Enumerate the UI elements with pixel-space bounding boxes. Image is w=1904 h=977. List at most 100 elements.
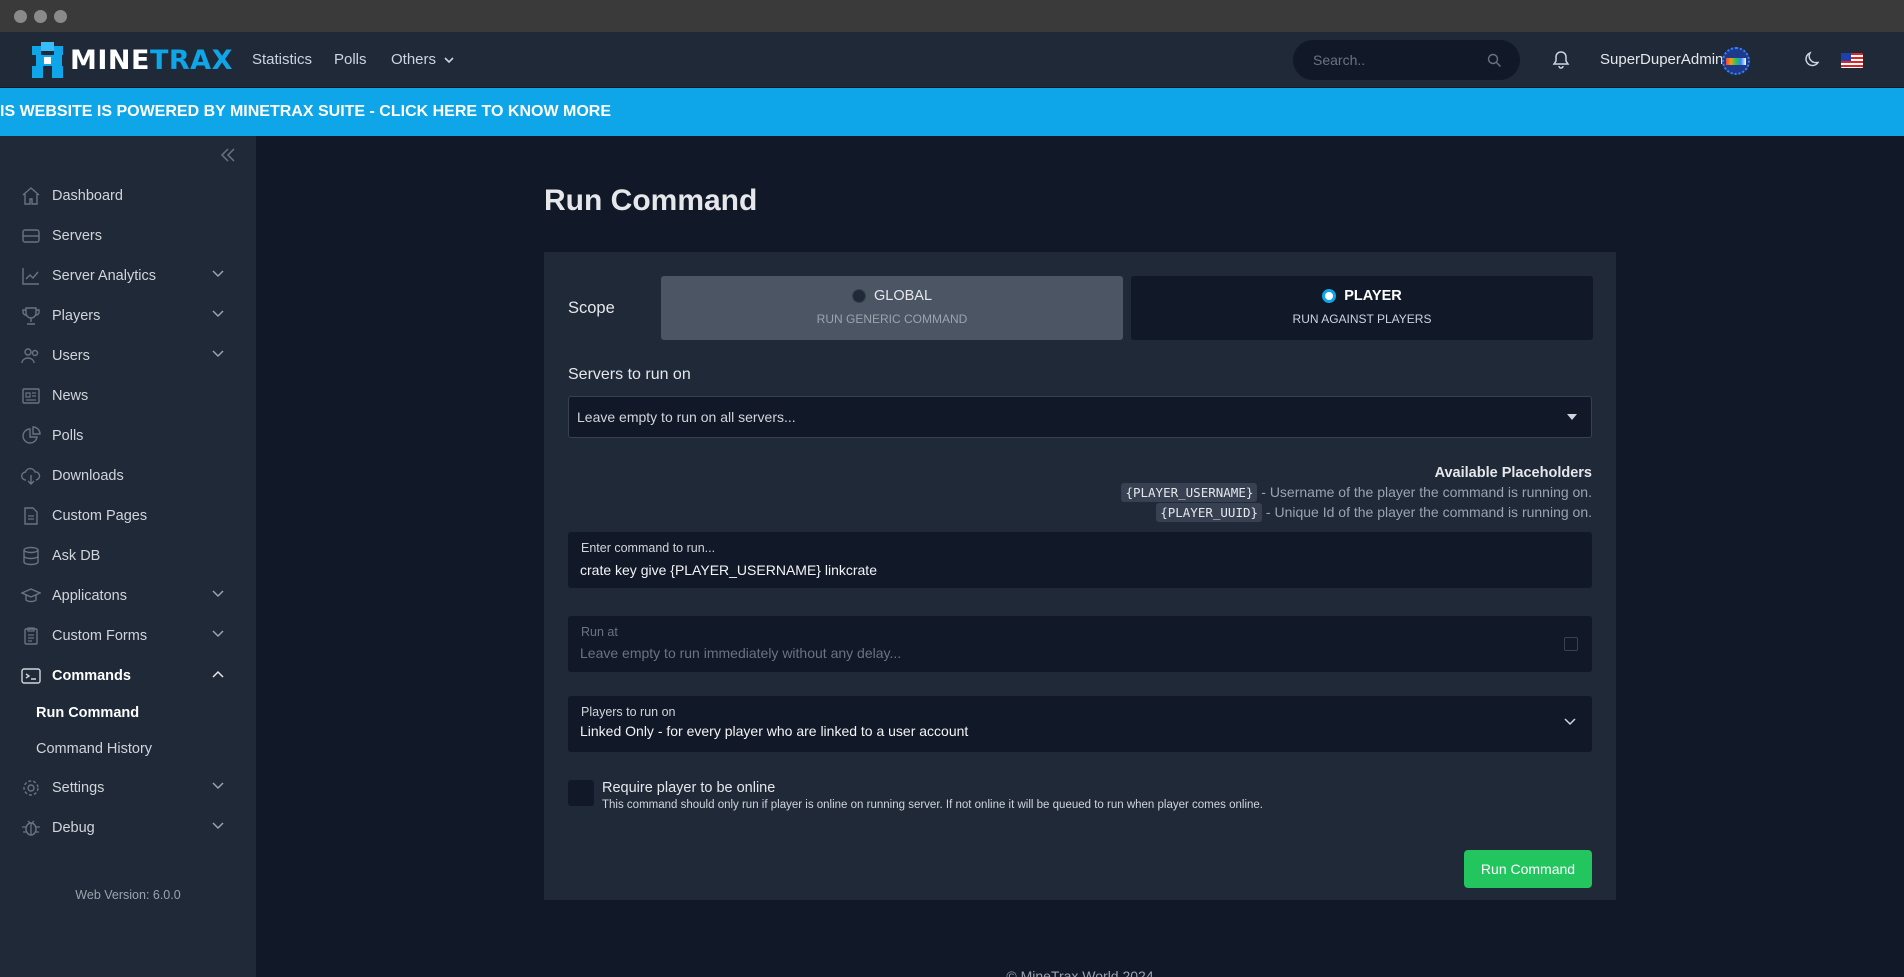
home-icon [20,185,42,207]
radio-player[interactable] [1322,289,1337,303]
chevron-down-icon [212,310,224,318]
promo-banner[interactable]: IS WEBSITE IS POWERED BY MINETRAX SUITE … [0,88,1904,136]
command-input-value[interactable]: crate key give {PLAYER_USERNAME} linkcra… [580,562,877,578]
sidebar-item-users[interactable]: Users [20,340,236,372]
players-select[interactable]: Players to run on Linked Only - for ever… [568,696,1592,752]
radio-global[interactable] [851,289,866,303]
window-maximize-dot[interactable] [54,10,67,23]
sidebar-item-ask-db[interactable]: Ask DB [20,540,236,572]
chevron-down-icon [212,822,224,830]
user-menu-name[interactable]: SuperDuperAdmin [1600,51,1723,68]
chevron-down-icon [212,630,224,638]
placeholder-username-row: {PLAYER_USERNAME} - Username of the play… [1121,483,1592,502]
sidebar-item-players[interactable]: Players [20,300,236,332]
run-command-form: Scope GLOBAL RUN GENERIC COMMAND PLAYER … [544,252,1616,900]
nav-link-polls[interactable]: Polls [334,51,367,68]
footer-copyright: © MineTrax World 2024 [1006,968,1154,977]
moon-icon[interactable] [1804,50,1822,68]
collapse-sidebar-icon[interactable] [220,148,236,162]
sidebar-item-applications[interactable]: Applicatons [20,580,236,612]
sidebar-item-servers[interactable]: Servers [20,220,236,252]
database-icon [20,545,42,567]
chevron-down-icon [1564,718,1576,726]
web-version: Web Version: 6.0.0 [75,888,181,902]
page-title: Run Command [544,184,758,217]
cloud-download-icon [20,465,42,487]
placeholders-heading: Available Placeholders [1434,465,1592,481]
scope-option-global[interactable]: GLOBAL RUN GENERIC COMMAND [661,276,1123,340]
chevron-down-icon [212,270,224,278]
newspaper-icon [20,385,42,407]
window-close-dot[interactable] [14,10,27,23]
sidebar-item-downloads[interactable]: Downloads [20,460,236,492]
scope-label: Scope [568,299,615,317]
server-icon [20,225,42,247]
require-online-checkbox[interactable] [568,780,594,806]
chart-icon [20,265,42,287]
trophy-icon [20,305,42,327]
users-icon [20,345,42,367]
terminal-icon [20,665,42,687]
scope-global-subtitle: RUN GENERIC COMMAND [816,312,968,326]
sidebar-item-custom-forms[interactable]: Custom Forms [20,620,236,652]
document-icon [20,505,42,527]
top-navbar: MINETRAX Statistics Polls Others Search.… [0,32,1904,88]
bell-icon[interactable] [1552,50,1570,70]
scope-option-player[interactable]: PLAYER RUN AGAINST PLAYERS [1131,276,1593,340]
placeholder-uuid-row: {PLAYER_UUID} - Unique Id of the player … [1156,503,1592,522]
command-input[interactable]: Enter command to run... crate key give {… [568,532,1592,588]
caret-down-icon [1567,414,1577,420]
chevron-down-icon [212,782,224,790]
run-at-placeholder: Leave empty to run immediately without a… [580,645,902,661]
chevron-down-icon [212,590,224,598]
sidebar-item-custom-pages[interactable]: Custom Pages [20,500,236,532]
command-input-label: Enter command to run... [581,541,716,555]
graduation-cap-icon [20,585,42,607]
sidebar-item-commands[interactable]: Commands [20,660,236,692]
sidebar-item-debug[interactable]: Debug [20,812,236,844]
servers-placeholder: Leave empty to run on all servers... [577,409,796,425]
run-at-label: Run at [581,625,618,639]
calendar-icon[interactable] [1564,637,1578,651]
search-icon [1487,53,1501,67]
nav-link-others[interactable]: Others [391,51,454,68]
search-placeholder: Search.. [1313,52,1366,68]
chevron-up-icon [212,670,224,678]
scope-player-subtitle: RUN AGAINST PLAYERS [1292,312,1432,326]
us-flag-icon[interactable] [1841,53,1863,68]
chevron-down-icon [444,57,454,64]
window-titlebar [0,0,1904,32]
servers-select[interactable]: Leave empty to run on all servers... [568,396,1592,438]
sidebar-item-server-analytics[interactable]: Server Analytics [20,260,236,292]
players-select-value: Linked Only - for every player who are l… [580,723,969,739]
sidebar-item-dashboard[interactable]: Dashboard [20,180,236,212]
sidebar: Dashboard Servers Server Analytics Playe… [0,136,256,977]
chevron-down-icon [212,350,224,358]
require-online-label: Require player to be online [602,780,776,796]
gear-icon [20,777,42,799]
sidebar-item-news[interactable]: News [20,380,236,412]
search-input[interactable]: Search.. [1293,40,1520,80]
scope-player-title: PLAYER [1344,288,1402,304]
sidebar-item-settings[interactable]: Settings [20,772,236,804]
sidebar-item-polls[interactable]: Polls [20,420,236,452]
sidebar-subitem-run-command[interactable]: Run Command [36,705,139,721]
placeholder-code: {PLAYER_USERNAME} [1121,483,1258,502]
servers-label: Servers to run on [568,366,691,383]
run-command-button[interactable]: Run Command [1464,850,1592,888]
pie-icon [20,425,42,447]
placeholder-code: {PLAYER_UUID} [1156,503,1263,522]
banner-text[interactable]: IS WEBSITE IS POWERED BY MINETRAX SUITE … [0,103,611,121]
run-at-input[interactable]: Run at Leave empty to run immediately wi… [568,616,1592,672]
sidebar-subitem-command-history[interactable]: Command History [36,741,152,757]
nav-link-statistics[interactable]: Statistics [252,51,312,68]
players-select-label: Players to run on [581,705,676,719]
site-logo[interactable]: MINETRAX [32,41,233,79]
require-online-description: This command should only run if player i… [602,799,1263,811]
window-minimize-dot[interactable] [34,10,47,23]
clipboard-icon [20,625,42,647]
avatar[interactable] [1722,47,1750,75]
bug-icon [20,817,42,839]
logo-text: MINETRAX [70,44,233,76]
logo-mark-icon [32,42,66,78]
